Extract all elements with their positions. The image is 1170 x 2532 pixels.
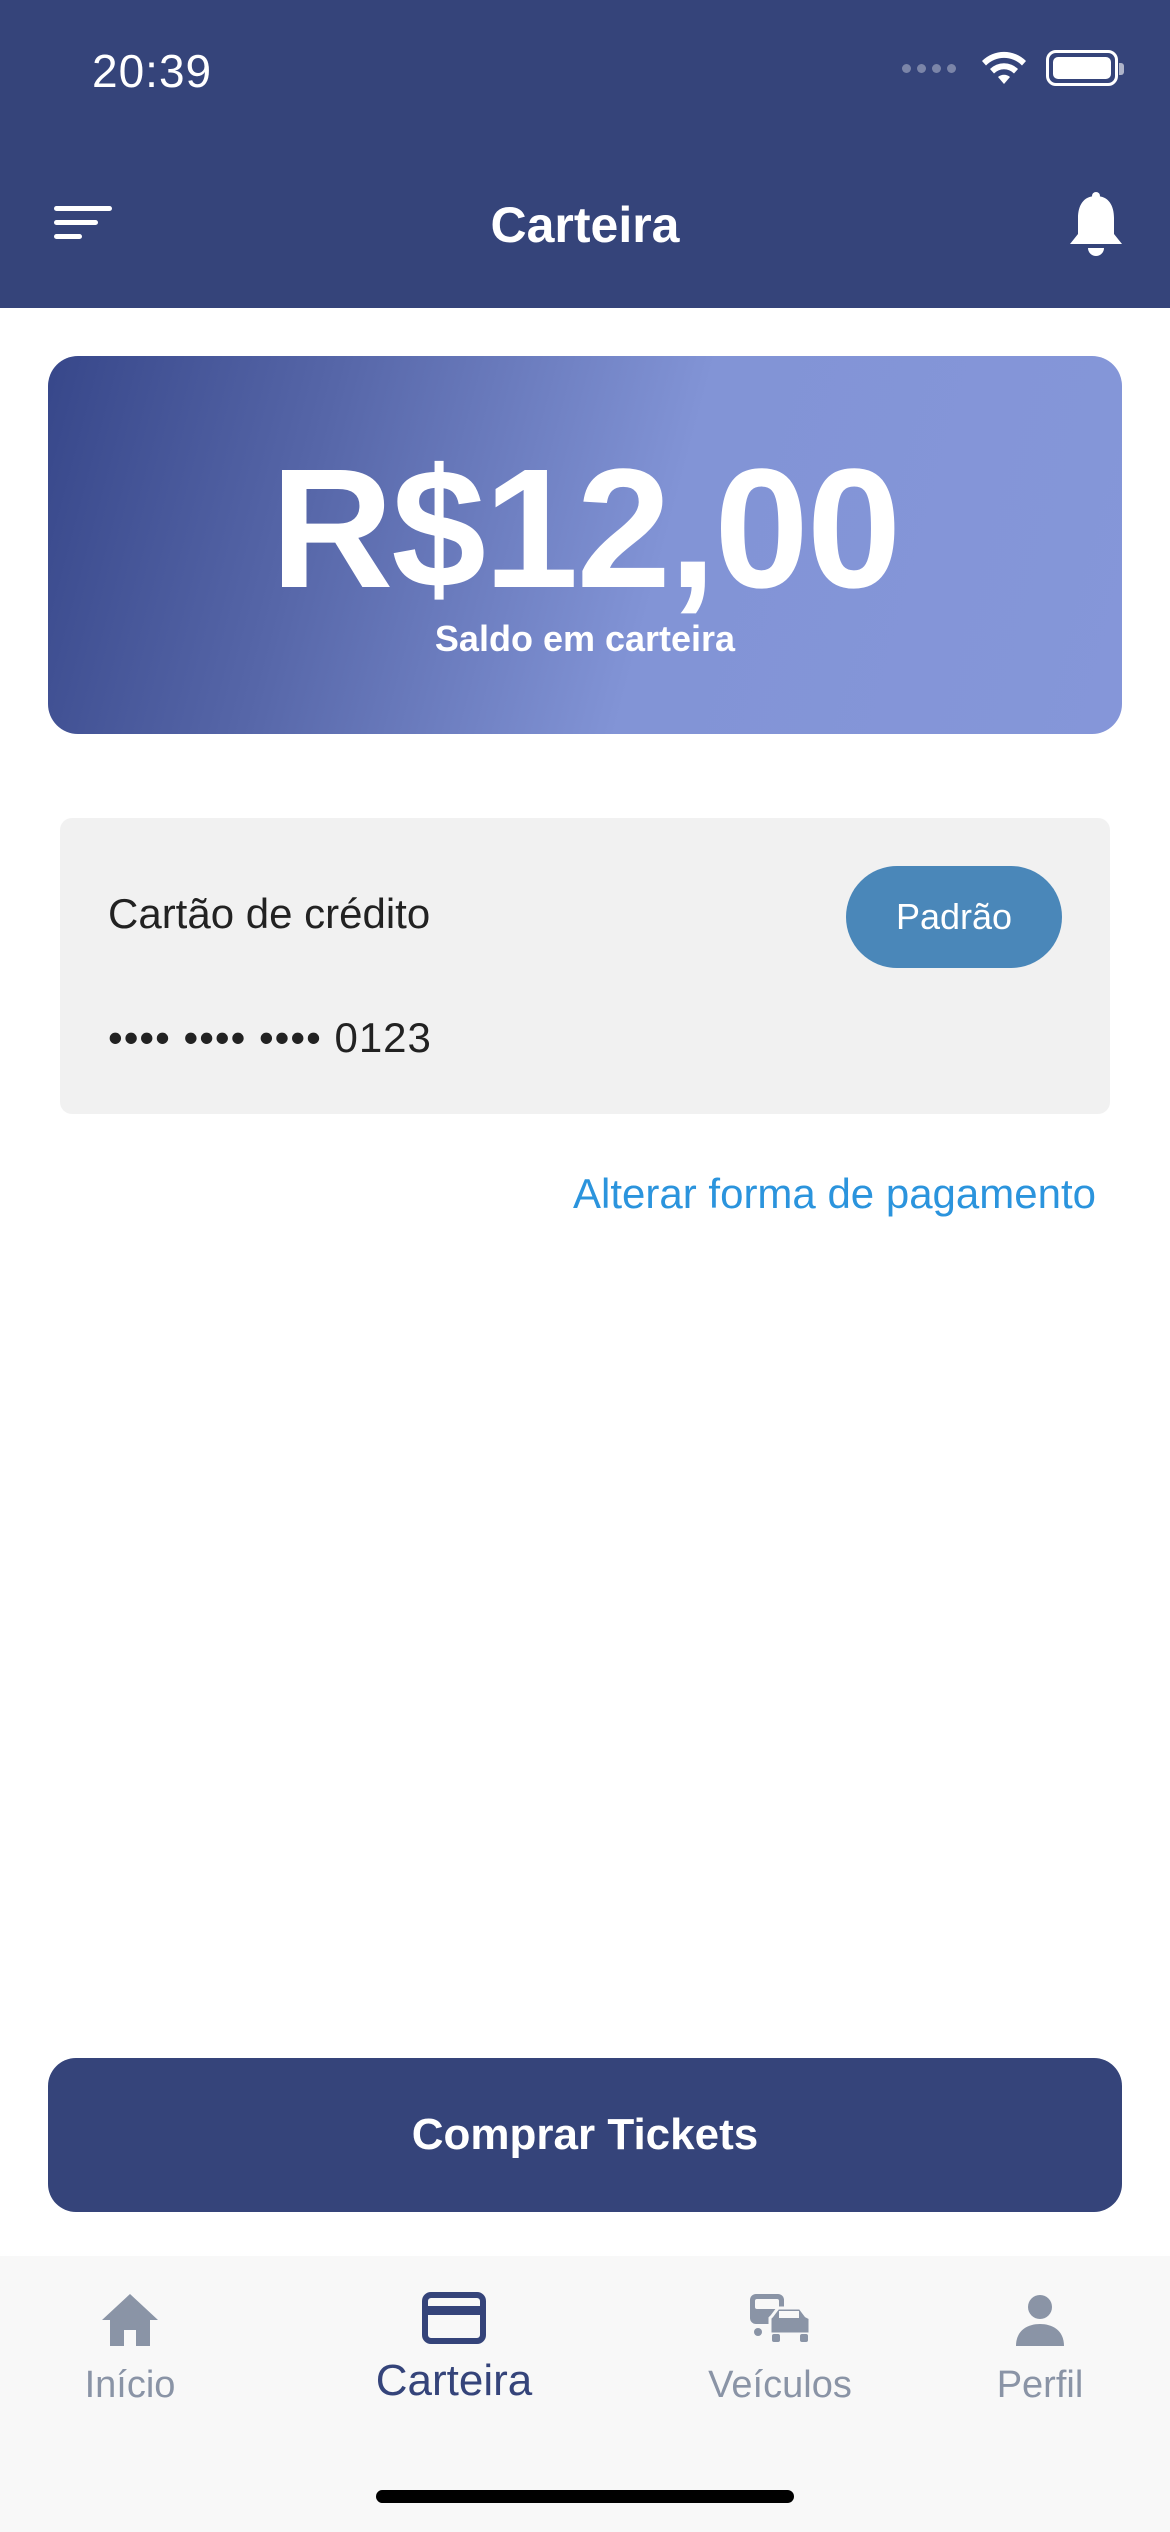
notifications-button[interactable] bbox=[1066, 190, 1126, 258]
battery-icon bbox=[1046, 50, 1124, 86]
change-payment-link[interactable]: Alterar forma de pagamento bbox=[573, 1170, 1096, 1218]
default-badge: Padrão bbox=[846, 866, 1062, 968]
status-time: 20:39 bbox=[92, 45, 213, 97]
payment-method-card[interactable]: Cartão de crédito Padrão •••• •••• •••• … bbox=[60, 818, 1110, 1114]
tab-inicio-label: Início bbox=[84, 2364, 176, 2406]
balance-card: R$12,00 Saldo em carteira bbox=[48, 356, 1122, 734]
payment-type-label: Cartão de crédito bbox=[108, 890, 431, 937]
tab-carteira[interactable]: Carteira bbox=[354, 2256, 554, 2416]
wallet-card-icon bbox=[422, 2292, 486, 2344]
buy-tickets-button[interactable]: Comprar Tickets bbox=[48, 2058, 1122, 2212]
balance-amount: R$12,00 bbox=[270, 434, 902, 624]
app-header: 20:39 Carteira bbox=[0, 0, 1170, 308]
home-icon bbox=[102, 2294, 158, 2346]
page-title: Carteira bbox=[490, 197, 680, 253]
card-number: •••• •••• •••• 0123 bbox=[108, 1014, 432, 1061]
tab-inicio[interactable]: Início bbox=[40, 2256, 220, 2416]
person-icon bbox=[1016, 2295, 1064, 2346]
tab-veiculos-label: Veículos bbox=[708, 2364, 852, 2406]
vehicles-icon bbox=[750, 2294, 812, 2342]
balance-label: Saldo em carteira bbox=[434, 618, 736, 659]
wifi-icon bbox=[982, 51, 1026, 84]
bell-icon bbox=[1070, 192, 1122, 256]
home-indicator bbox=[376, 2490, 794, 2503]
tab-carteira-label: Carteira bbox=[375, 2356, 533, 2405]
tab-veiculos[interactable]: Veículos bbox=[680, 2256, 880, 2416]
cellular-signal-icon bbox=[902, 63, 956, 73]
tab-perfil[interactable]: Perfil bbox=[950, 2256, 1130, 2416]
status-indicators bbox=[902, 50, 1124, 86]
tab-perfil-label: Perfil bbox=[996, 2364, 1084, 2406]
